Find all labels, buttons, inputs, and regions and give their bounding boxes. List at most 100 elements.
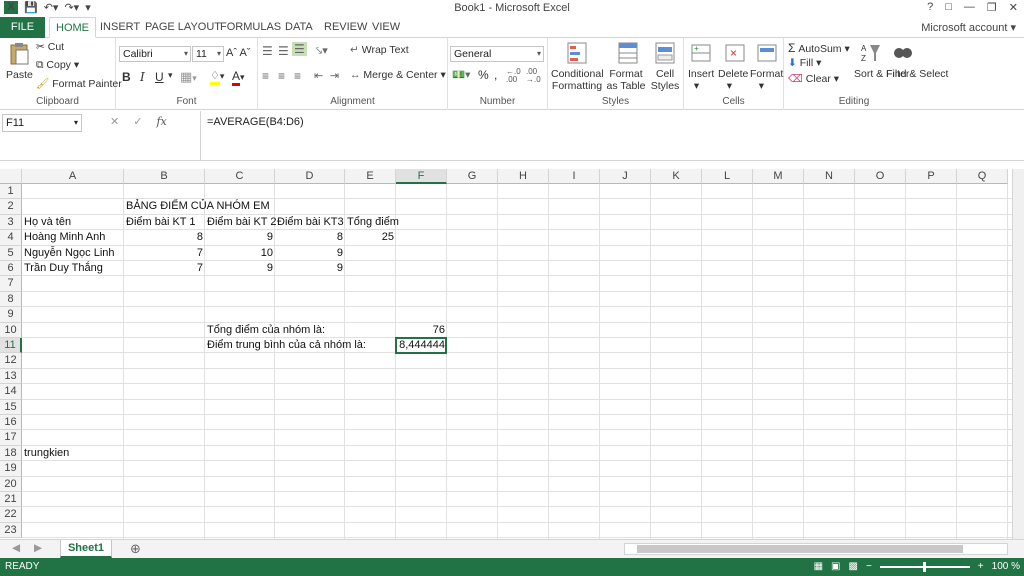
format-cells-icon[interactable] [756, 41, 778, 65]
cell-a4[interactable]: Hoàng Minh Anh [22, 230, 107, 245]
column-header-e[interactable]: E [345, 169, 396, 184]
account-menu[interactable]: Microsoft account ▾ [921, 21, 1016, 34]
bold-button[interactable]: B [122, 70, 131, 84]
zoom-slider[interactable] [879, 562, 970, 572]
row-header-23[interactable]: 23 [0, 522, 22, 539]
column-header-f[interactable]: F [396, 169, 447, 184]
decrease-indent-icon[interactable]: ⇤ [314, 69, 323, 82]
formula-input[interactable]: =AVERAGE(B4:D6) [200, 111, 1022, 160]
column-header-l[interactable]: L [702, 169, 753, 184]
zoom-in-icon[interactable]: + [978, 558, 984, 576]
conditional-formatting-button[interactable]: Conditional Formatting [551, 68, 604, 92]
tab-home[interactable]: HOME [49, 17, 96, 38]
row-header-21[interactable]: 21 [0, 492, 22, 508]
row-header-9[interactable]: 9 [0, 307, 22, 323]
row-header-8[interactable]: 8 [0, 291, 22, 308]
row-header-20[interactable]: 20 [0, 476, 22, 492]
cell-c3[interactable]: Điểm bài KT 2 [205, 215, 279, 230]
bottom-align-icon[interactable]: ☰ [292, 42, 307, 56]
cell-d3[interactable]: Điểm bài KT3 [275, 215, 346, 230]
row-header-1[interactable]: 1 [0, 184, 22, 200]
align-right-icon[interactable]: ≡ [294, 69, 301, 83]
cell-b6[interactable]: 7 [124, 261, 205, 276]
worksheet-grid[interactable]: A B C D E F G H I J K L M N O P Q 1 2 3 4 5 6 7 8 9 10 11 12 13 14 15 16… [0, 169, 1012, 539]
find-select-icon[interactable] [892, 41, 914, 65]
tab-review[interactable]: REVIEW [324, 17, 367, 38]
font-name-combo[interactable]: Calibri ▾ [119, 46, 191, 62]
align-left-icon[interactable]: ≡ [262, 69, 269, 83]
cell-a3[interactable]: Họ và tên [22, 215, 73, 230]
increase-decimal-icon[interactable]: ←.0.00 [506, 68, 521, 84]
column-header-a[interactable]: A [22, 169, 124, 184]
normal-view-icon[interactable]: ▦ [814, 558, 823, 576]
tab-file[interactable]: FILE [0, 17, 45, 38]
column-header-q[interactable]: Q [957, 169, 1008, 184]
fill-color-icon[interactable]: ♢▾ [210, 69, 224, 85]
borders-icon[interactable]: ▦▾ [180, 69, 197, 85]
cell-styles-icon[interactable] [654, 41, 676, 65]
number-format-combo[interactable]: General ▾ [450, 46, 544, 62]
column-header-m[interactable]: M [753, 169, 804, 184]
prev-sheet-icon[interactable]: ◀ [12, 542, 20, 554]
accounting-format-icon[interactable]: 💵▾ [452, 68, 470, 81]
delete-button[interactable]: Delete ▾ [718, 68, 748, 92]
cell-d6[interactable]: 9 [275, 261, 345, 276]
grow-font-icon[interactable]: Aˆ Aˇ [226, 47, 250, 59]
column-header-g[interactable]: G [447, 169, 498, 184]
column-header-o[interactable]: O [855, 169, 906, 184]
row-header-22[interactable]: 22 [0, 507, 22, 523]
find-select-button[interactable]: Find & Select [886, 68, 948, 80]
cell-f10[interactable]: 76 [396, 323, 447, 338]
cell-c11[interactable]: Điểm trung bình của cả nhóm là: [205, 338, 368, 353]
column-header-n[interactable]: N [804, 169, 855, 184]
increase-indent-icon[interactable]: ⇥ [330, 69, 339, 82]
row-header-5[interactable]: 5 [0, 245, 22, 261]
minimize-icon[interactable]: — [964, 1, 975, 14]
top-align-icon[interactable]: ☰ [262, 44, 273, 58]
font-color-icon[interactable]: A▾ [232, 69, 245, 86]
row-header-15[interactable]: 15 [0, 399, 22, 415]
horizontal-scroll-thumb[interactable] [637, 545, 963, 553]
cell-a5[interactable]: Nguyễn Ngọc Linh [22, 246, 117, 261]
row-header-14[interactable]: 14 [0, 384, 22, 400]
row-header-6[interactable]: 6 [0, 261, 22, 277]
cell-b4[interactable]: 8 [124, 230, 205, 245]
cell-c4[interactable]: 9 [205, 230, 275, 245]
row-header-11[interactable]: 11 [0, 338, 22, 354]
percent-style-button[interactable]: % [478, 68, 489, 82]
cell-c6[interactable]: 9 [205, 261, 275, 276]
cell-b5[interactable]: 7 [124, 246, 205, 261]
clear-button[interactable]: ⌫ Clear ▾ [788, 73, 839, 85]
cell-d5[interactable]: 9 [275, 246, 345, 261]
fill-button[interactable]: ⬇ Fill ▾ [788, 57, 821, 69]
row-header-2[interactable]: 2 [0, 199, 22, 215]
new-sheet-icon[interactable]: ⊕ [130, 541, 141, 557]
cell-b3[interactable]: Điểm bài KT 1 [124, 215, 198, 230]
row-header-10[interactable]: 10 [0, 322, 22, 338]
sheet-tab-sheet1[interactable]: Sheet1 [60, 540, 112, 558]
autosum-button[interactable]: Σ AutoSum ▾ [788, 41, 850, 55]
cell-c5[interactable]: 10 [205, 246, 275, 261]
cell-b2[interactable]: BẢNG ĐIỂM CỦA NHÓM EM [124, 199, 272, 214]
tab-formulas[interactable]: FORMULAS [220, 17, 281, 38]
middle-align-icon[interactable]: ☰ [278, 44, 289, 58]
underline-dropdown-icon[interactable]: ▾ [168, 70, 173, 81]
close-icon[interactable]: ✕ [1009, 1, 1018, 14]
column-header-h[interactable]: H [498, 169, 549, 184]
font-size-combo[interactable]: 11 ▾ [192, 46, 224, 62]
cell-a6[interactable]: Trần Duy Thắng [22, 261, 105, 276]
column-header-i[interactable]: I [549, 169, 600, 184]
cell-styles-button[interactable]: Cell Styles [648, 68, 682, 92]
cancel-icon[interactable]: ✕ [110, 115, 119, 128]
row-header-19[interactable]: 19 [0, 461, 22, 477]
wrap-text-button[interactable]: ↵ Wrap Text [350, 44, 409, 56]
underline-button[interactable]: U [155, 70, 164, 84]
merge-center-button[interactable]: ↔ Merge & Center ▾ [350, 69, 446, 81]
row-header-4[interactable]: 4 [0, 230, 22, 246]
row-header-18[interactable]: 18 [0, 445, 22, 462]
insert-cells-icon[interactable]: + [690, 41, 712, 65]
help-icon[interactable]: ? [927, 1, 933, 14]
paste-button[interactable]: Paste [6, 42, 33, 81]
page-break-view-icon[interactable]: ▩ [849, 558, 858, 576]
sort-filter-icon[interactable]: AZ [860, 41, 882, 65]
